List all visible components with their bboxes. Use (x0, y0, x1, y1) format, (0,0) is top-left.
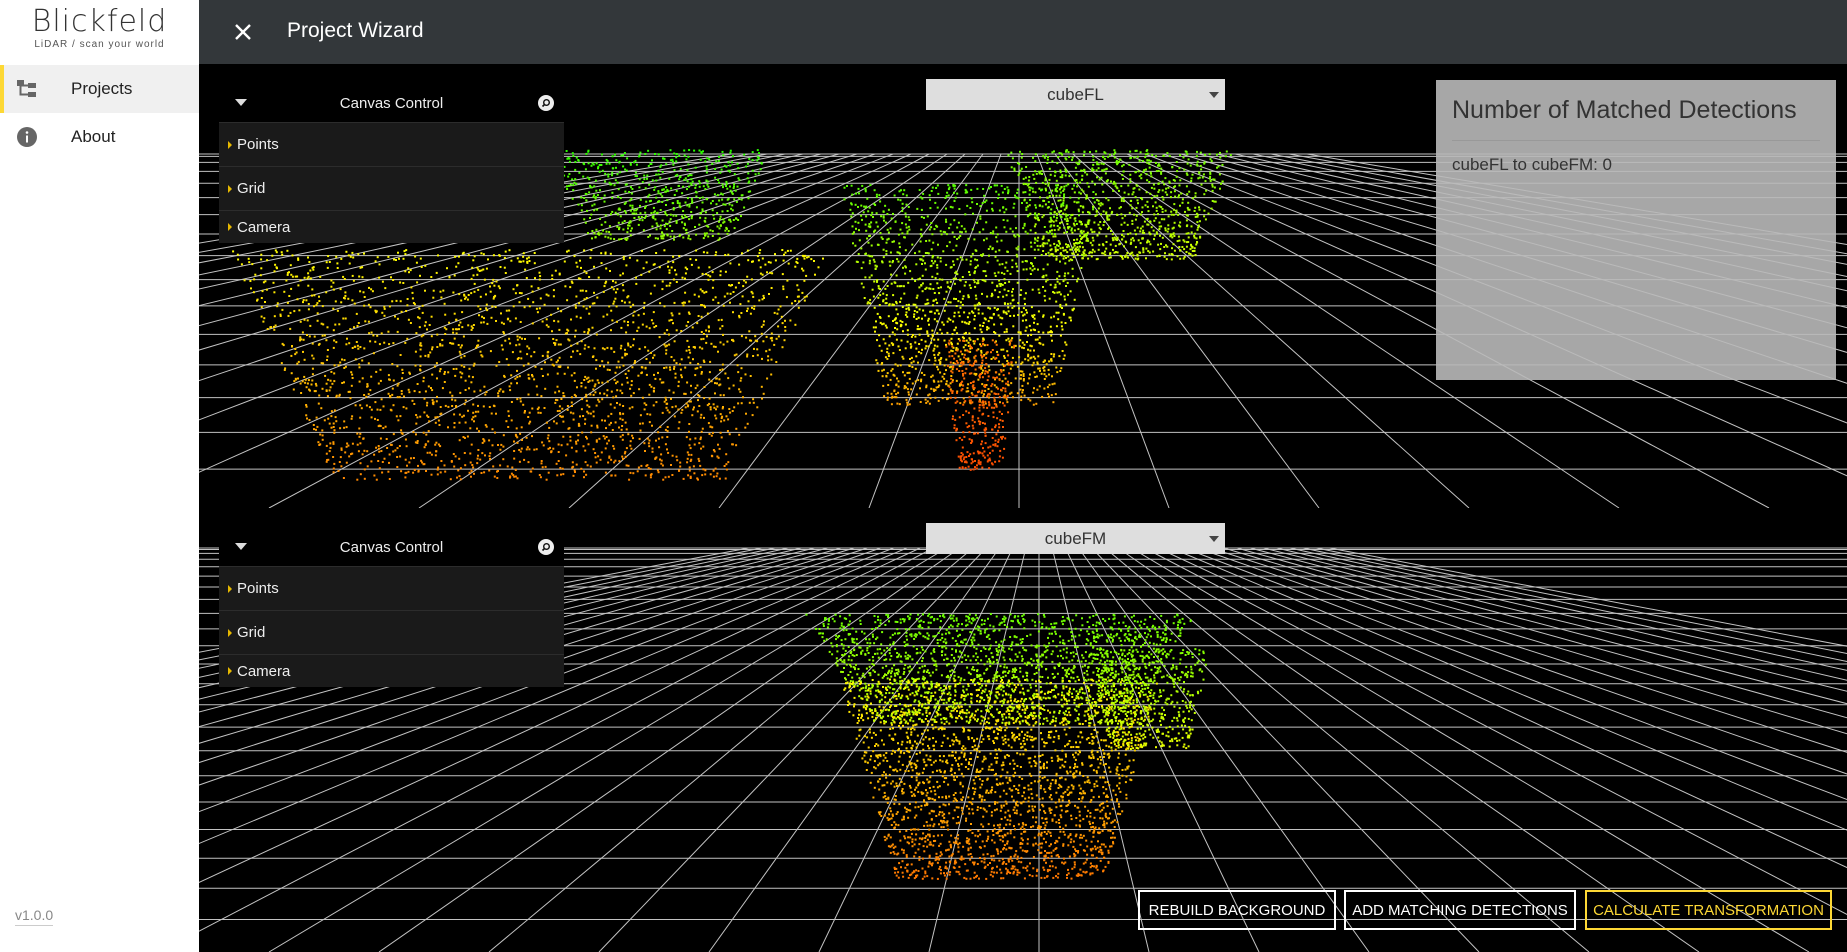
point-cloud-orange-column (945, 339, 1016, 471)
caret-right-icon (228, 223, 232, 231)
caret-right-icon (228, 584, 232, 593)
canvas-control-grid[interactable]: Grid (219, 610, 564, 654)
matched-detections-title: Number of Matched Detections (1452, 94, 1820, 141)
sidebar-item-about[interactable]: About (0, 113, 199, 161)
canvas-control-item-label: Points (237, 136, 279, 153)
point-cloud-viewport-2[interactable]: Canvas Control Points Grid Camera cubeFM (199, 508, 1847, 952)
canvas-control-grid[interactable]: Grid (219, 166, 564, 210)
dropdown-arrow-icon (1209, 92, 1219, 98)
calculate-transformation-button[interactable]: CALCULATE TRANSFORMATION (1585, 890, 1832, 930)
collapse-triangle-icon (235, 543, 247, 550)
blickfeld-logo: Blickfeld LiDAR / scan your world (0, 4, 199, 51)
canvas-control-points[interactable]: Points (219, 566, 564, 610)
canvas-control-header[interactable]: Canvas Control (219, 528, 564, 566)
canvas-control-item-label: Camera (237, 662, 291, 680)
logo-wordmark: Blickfeld (31, 4, 168, 39)
device-select-2[interactable]: cubeFM (926, 523, 1225, 554)
sidebar-item-projects[interactable]: Projects (0, 65, 199, 113)
caret-right-icon (228, 184, 232, 193)
close-icon (235, 24, 251, 40)
top-bar: Project Wizard (199, 0, 1847, 64)
canvas-control-camera[interactable]: Camera (219, 654, 564, 687)
search-icon[interactable] (538, 539, 554, 555)
collapse-triangle-icon (235, 99, 247, 106)
matched-detections-entry: cubeFL to cubeFM: 0 (1452, 155, 1613, 174)
canvas-control-item-label: Grid (237, 180, 266, 197)
sidebar-item-label: About (71, 127, 116, 146)
canvas-control-points[interactable]: Points (219, 122, 564, 166)
search-icon[interactable] (538, 95, 554, 111)
add-matching-detections-button[interactable]: ADD MATCHING DETECTIONS (1344, 890, 1576, 930)
sidebar-item-label: Projects (71, 79, 133, 98)
sidebar: Blickfeld LiDAR / scan your world Projec… (0, 0, 199, 952)
dropdown-arrow-icon (1209, 536, 1219, 542)
page-title: Project Wizard (287, 19, 424, 42)
rebuild-background-button[interactable]: REBUILD BACKGROUND (1138, 890, 1336, 930)
caret-right-icon (228, 628, 232, 637)
canvas-control-camera[interactable]: Camera (219, 210, 564, 243)
version-label: v1.0.0 (15, 907, 54, 926)
caret-right-icon (228, 667, 232, 675)
matched-detections-panel: Number of Matched Detections cubeFL to c… (1436, 80, 1836, 380)
project-tree-icon (16, 78, 38, 100)
canvas-control-header[interactable]: Canvas Control (219, 84, 564, 122)
canvas-control-panel-2: Canvas Control Points Grid Camera (219, 528, 564, 687)
canvas-control-item-label: Grid (237, 624, 266, 641)
canvas-control-title: Canvas Control (339, 94, 444, 112)
canvas-control-title: Canvas Control (339, 538, 444, 556)
point-cloud-cube-body (843, 678, 1158, 880)
device-select-value: cubeFM (1044, 529, 1107, 548)
canvas-control-item-label: Camera (237, 218, 291, 236)
info-icon (16, 126, 38, 148)
device-select-1[interactable]: cubeFL (926, 79, 1225, 110)
device-select-value: cubeFL (1047, 85, 1104, 104)
logo-tagline: LiDAR / scan your world (34, 39, 165, 50)
caret-right-icon (228, 140, 232, 149)
close-button[interactable] (229, 18, 257, 46)
canvas-control-item-label: Points (237, 580, 279, 597)
point-cloud-center (843, 184, 1096, 406)
canvas-control-panel-1: Canvas Control Points Grid Camera (219, 84, 564, 243)
